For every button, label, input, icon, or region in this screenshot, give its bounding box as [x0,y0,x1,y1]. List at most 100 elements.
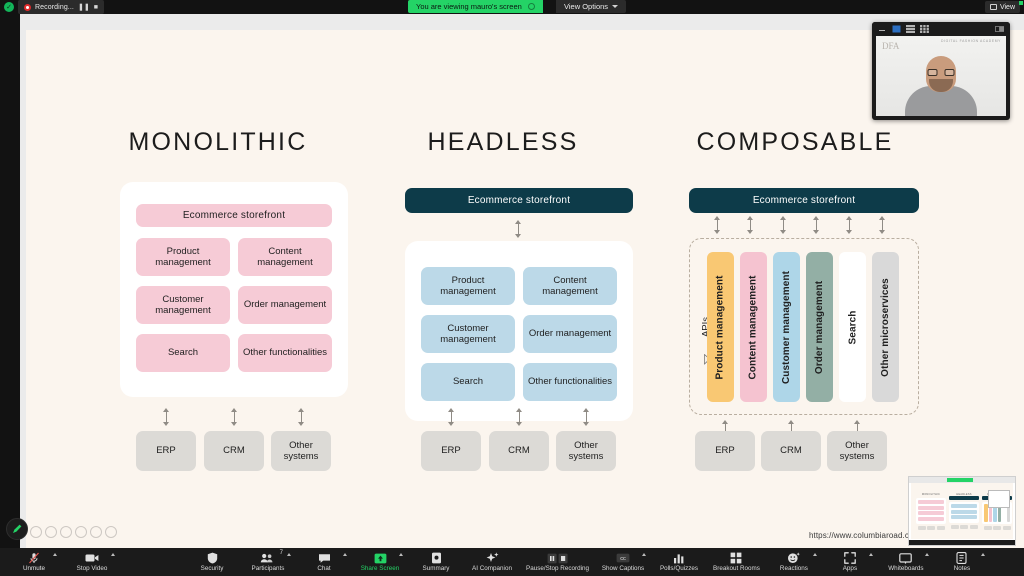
stop-icon[interactable]: ■ [94,4,98,11]
pause-icon[interactable]: ❚❚ [78,4,90,11]
share-preview-thumbnail[interactable]: MONOLITHIC HEADLESS COMPOSABLE [908,476,1016,546]
apps-button[interactable]: Apps [826,548,874,576]
monolithic-module-4: Search [136,334,230,372]
composable-system-1: CRM [761,431,821,471]
share-preview-slide: MONOLITHIC HEADLESS COMPOSABLE [911,483,1013,539]
participants-label: Participants [251,564,285,572]
notes-label: Notes [953,564,971,572]
reactions-button[interactable]: Reactions [770,548,818,576]
annotation-toolbar[interactable] [30,526,117,538]
share-screen-button[interactable]: Share Screen [356,548,404,576]
shield-icon [207,552,218,564]
share-preview-column-1: MONOLITHIC [916,493,946,530]
annot-mouse-icon[interactable] [30,526,42,538]
composable-arrow-top-2 [779,216,788,234]
notes-icon [956,552,967,564]
share-preview-self-view [988,490,1010,508]
chevron-up-icon[interactable] [287,553,291,556]
multi-share-icon[interactable] [995,25,1004,33]
screen-share-banner: You are viewing mauro's screen [408,0,543,13]
stop-video-button[interactable]: Stop Video [68,548,116,576]
monolithic-module-2: Customer management [136,286,230,324]
view-layout-button[interactable]: View [984,1,1020,13]
pause-stop-recording-button[interactable]: Pause/Stop Recording [524,548,591,576]
emoji-reaction-icon [787,552,801,564]
annotate-pen-button[interactable] [6,518,28,540]
chevron-up-icon[interactable] [924,553,929,556]
annot-select-icon[interactable] [45,526,57,538]
composable-service-label-1: Content management [748,274,760,380]
headless-module-1: Content management [523,267,617,305]
annot-eraser-icon[interactable] [105,526,117,538]
apps-label: Apps [842,564,858,572]
participants-button[interactable]: Participants 7 [244,548,292,576]
participant-head [926,56,956,92]
monolithic-module-5: Other functionalities [238,334,332,372]
svg-text:cc: cc [620,556,626,562]
share-screen-icon [374,553,387,564]
recording-indicator[interactable]: Recording... ❚❚ ■ [18,0,104,14]
headless-system-0: ERP [421,431,481,471]
gallery-view-icon[interactable] [920,25,929,33]
column-headless: HEADLESS Ecommerce storefront Product ma… [383,30,633,471]
unmute-button[interactable]: Unmute [10,548,58,576]
chevron-up-icon[interactable] [53,553,57,556]
self-view-video-tile[interactable]: DIGITAL FASHION ACADEMY DFA [872,22,1010,120]
ai-companion-button[interactable]: AI Companion [468,548,516,576]
view-button-label: View [999,3,1015,11]
chevron-up-icon[interactable] [343,553,347,556]
participants-icon [260,553,276,564]
share-preview-toolbar [909,540,1015,545]
whiteboard-icon [899,552,913,564]
share-active-indicator [1019,1,1023,5]
composable-service-4: Search [839,252,866,402]
headless-system-1: CRM [489,431,549,471]
composable-service-5: Other microservices [872,252,899,402]
share-screen-label: Share Screen [360,564,400,572]
strip-view-icon[interactable] [906,25,915,33]
notes-button[interactable]: Notes [938,548,986,576]
chevron-up-icon[interactable] [980,553,985,556]
headless-module-0: Product management [421,267,515,305]
whiteboards-label: Whiteboards [888,564,924,572]
share-preview-card-2 [949,502,979,523]
polls-quizzes-button[interactable]: Polls/Quizzes [655,548,703,576]
composable-service-label-0: Product management [715,274,727,380]
annot-stamp-icon[interactable] [75,526,87,538]
security-button[interactable]: Security [188,548,236,576]
chevron-up-icon[interactable] [111,553,115,556]
column-title-monolithic: MONOLITHIC [128,128,308,156]
minimize-icon[interactable] [878,25,887,33]
participant-beard [929,79,953,92]
breakout-rooms-label: Breakout Rooms [713,564,760,572]
annot-draw-icon[interactable] [60,526,72,538]
show-captions-button[interactable]: cc Show Captions [599,548,647,576]
chat-button[interactable]: Chat [300,548,348,576]
view-options-button[interactable]: View Options [556,0,627,13]
composable-service-label-2: Customer management [781,270,793,384]
chevron-up-icon[interactable] [399,553,403,556]
headless-system-2: Other systems [556,431,616,471]
composable-service-label-5: Other microservices [880,277,891,377]
pause-stop-recording-label: Pause/Stop Recording [526,564,590,572]
headless-module-4: Search [421,363,515,401]
composable-service-1: Content management [740,252,767,402]
summary-button[interactable]: Summary [412,548,460,576]
chevron-up-icon[interactable] [642,553,647,556]
summary-label: Summary [422,564,450,572]
composable-arrow-top-1 [746,216,755,234]
composable-service-0: Product management [707,252,734,402]
headless-module-3: Order management [523,315,617,353]
pencil-icon [13,524,22,533]
chevron-up-icon[interactable] [868,553,873,556]
monolithic-module-0: Product management [136,238,230,276]
speaker-view-icon[interactable] [892,25,901,33]
ai-companion-label: AI Companion [472,564,512,572]
headless-module-5: Other functionalities [523,363,617,401]
composable-storefront: Ecommerce storefront [689,188,919,213]
annot-spotlight-icon[interactable] [90,526,102,538]
polls-quizzes-label: Polls/Quizzes [659,564,699,572]
breakout-rooms-button[interactable]: Breakout Rooms [711,548,762,576]
chevron-up-icon[interactable] [812,553,817,556]
whiteboards-button[interactable]: Whiteboards [882,548,930,576]
